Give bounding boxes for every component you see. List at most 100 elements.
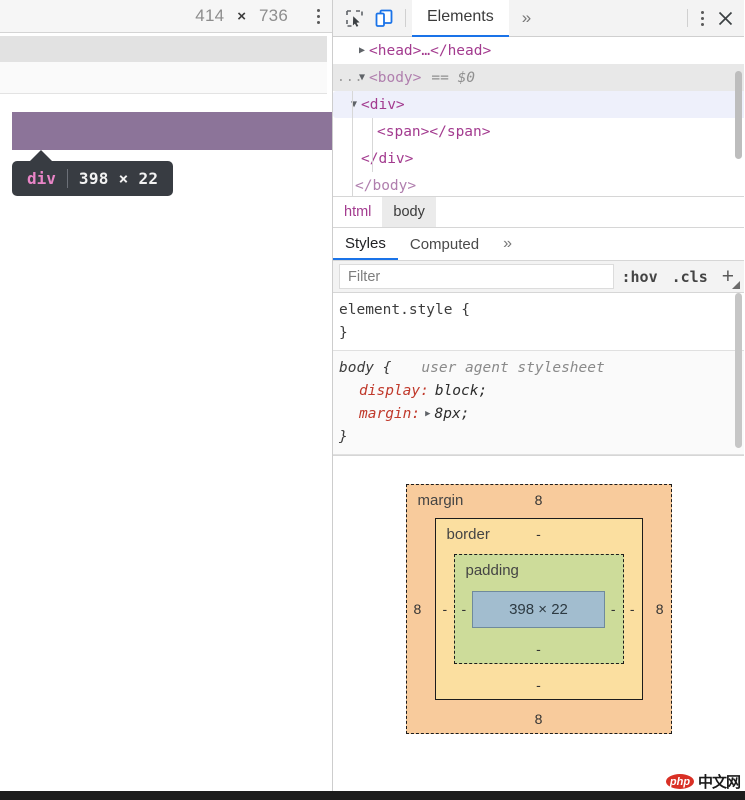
device-toolbar-kebab-menu-icon[interactable]: [310, 5, 326, 27]
css-rule-origin: user agent stylesheet: [421, 360, 604, 376]
styles-pane-tabs: Styles Computed »: [333, 228, 744, 261]
css-declaration[interactable]: margin: ▶ 8px;: [339, 402, 744, 425]
tab-styles[interactable]: Styles: [333, 228, 398, 260]
breadcrumb-item-body[interactable]: body: [382, 197, 435, 227]
css-rule-element-style[interactable]: element.style { }: [333, 293, 744, 351]
toolbar-divider: [405, 9, 406, 27]
emulated-page-canvas: div 398 × 22: [0, 94, 332, 799]
margin-top-value[interactable]: 8: [535, 492, 543, 508]
styles-filter-input[interactable]: [339, 264, 614, 289]
border-right-value[interactable]: -: [630, 601, 635, 617]
node-prefix-dots[interactable]: ...: [337, 70, 355, 85]
dimension-separator-icon: ×: [237, 8, 246, 25]
css-property-value[interactable]: block;: [435, 383, 487, 399]
css-property-value[interactable]: 8px;: [435, 406, 470, 422]
box-model-content[interactable]: 398 × 22: [472, 591, 605, 628]
close-icon[interactable]: [710, 4, 740, 32]
dom-node-div-close[interactable]: </div>: [333, 145, 744, 172]
dom-node-console-ref: == $0: [431, 70, 475, 86]
expand-shorthand-icon[interactable]: ▶: [425, 409, 430, 419]
tree-guide-line: [352, 91, 353, 118]
expand-twisty-icon[interactable]: ▼: [355, 72, 369, 83]
tooltip-tag-name: div: [27, 169, 56, 188]
styles-filter-bar: :hov .cls +: [333, 261, 744, 293]
devtools-window: 414 × 736 div 398 × 22: [0, 0, 745, 800]
box-model-border-label: border: [447, 526, 490, 543]
devtools-kebab-menu-icon[interactable]: [694, 7, 710, 29]
box-model-padding[interactable]: padding - - - 398 × 22: [454, 554, 624, 664]
php-watermark: php 中文网: [665, 771, 740, 792]
emulated-browser-secondary-bar: [0, 62, 327, 94]
tree-guide-line: [352, 172, 353, 197]
box-model-margin-label: margin: [418, 492, 464, 509]
css-property-name[interactable]: margin:: [339, 406, 420, 422]
emulated-browser-url-bar: [0, 36, 327, 62]
device-width-value[interactable]: 414: [195, 6, 224, 26]
tooltip-divider: [67, 169, 68, 188]
window-bottom-edge: [0, 791, 745, 800]
dom-node-label: </body>: [355, 178, 416, 194]
margin-left-value[interactable]: 8: [414, 601, 422, 617]
tree-guide-line: [372, 118, 373, 145]
dom-node-span[interactable]: <span></span>: [333, 118, 744, 145]
padding-bottom-value[interactable]: -: [536, 641, 541, 657]
tooltip-dimensions: 398 × 22: [79, 169, 158, 188]
device-dimensions-toolbar: 414 × 736: [0, 0, 332, 32]
emulated-device-frame: div 398 × 22: [0, 32, 332, 800]
css-rule-body-ua[interactable]: body { user agent stylesheet display: bl…: [333, 351, 744, 455]
cls-toggle-button[interactable]: .cls: [665, 268, 715, 286]
breadcrumb: html body: [333, 197, 744, 228]
dom-node-label: <head>…</head>: [369, 43, 491, 59]
padding-right-value[interactable]: -: [611, 601, 616, 617]
tab-elements[interactable]: Elements: [412, 0, 509, 37]
tooltip-arrow-icon: [28, 150, 54, 163]
css-rules-list: element.style { } body { user agent styl…: [333, 293, 744, 455]
tab-computed[interactable]: Computed: [398, 228, 491, 260]
dom-node-label: <span></span>: [377, 124, 491, 140]
watermark-text: 中文网: [698, 771, 740, 792]
more-panels-chevron-icon[interactable]: »: [509, 0, 544, 37]
border-top-value[interactable]: -: [536, 526, 541, 542]
inspect-element-icon[interactable]: [339, 4, 369, 32]
breadcrumb-item-html[interactable]: html: [333, 197, 382, 227]
device-dimensions: 414 × 736: [195, 6, 288, 26]
new-style-rule-button[interactable]: +: [715, 266, 744, 287]
dom-node-body[interactable]: ... ▼ <body> == $0: [333, 64, 744, 91]
collapse-twisty-icon[interactable]: ▶: [355, 45, 369, 56]
dom-node-label: </div>: [361, 151, 413, 167]
highlighted-div-overlay: [12, 112, 332, 150]
border-bottom-value[interactable]: -: [536, 677, 541, 693]
css-selector[interactable]: body {: [339, 360, 391, 376]
css-declaration[interactable]: display: block;: [339, 379, 744, 402]
box-model-border[interactable]: border - - - - padding - - - 398 × 22: [435, 518, 643, 700]
dom-node-label: <div>: [361, 97, 405, 113]
margin-right-value[interactable]: 8: [656, 601, 664, 617]
dom-node-label: <body>: [369, 70, 421, 86]
dom-node-head[interactable]: ▶ <head>…</head>: [333, 37, 744, 64]
styles-pane-scrollbar[interactable]: [735, 293, 742, 448]
expand-twisty-icon[interactable]: ▼: [347, 99, 361, 110]
device-toolbar-icon[interactable]: [369, 4, 399, 32]
hov-toggle-button[interactable]: :hov: [614, 268, 664, 286]
css-rule-close-brace: }: [339, 429, 348, 445]
element-highlight-tooltip: div 398 × 22: [12, 150, 173, 196]
more-styles-tabs-chevron-icon[interactable]: »: [491, 228, 524, 260]
dom-node-div[interactable]: ▼ <div>: [333, 91, 744, 118]
device-height-value[interactable]: 736: [259, 6, 288, 26]
devtools-panel: Elements » ▶ <head>…</head> ... ▼ <body>: [333, 0, 744, 800]
padding-left-value[interactable]: -: [462, 601, 467, 617]
devtools-main-toolbar: Elements »: [333, 0, 744, 37]
tree-guide-line: [352, 118, 353, 145]
toolbar-divider-2: [687, 9, 688, 27]
css-rule-close-brace: }: [339, 325, 348, 341]
css-selector[interactable]: element.style {: [339, 302, 470, 318]
margin-bottom-value[interactable]: 8: [535, 711, 543, 727]
dom-tree[interactable]: ▶ <head>…</head> ... ▼ <body> == $0 ▼ <d…: [333, 37, 744, 197]
box-model-margin[interactable]: margin 8 8 8 8 border - - - - padding - …: [406, 484, 672, 734]
dom-node-body-close[interactable]: </body>: [333, 172, 744, 197]
tree-guide-line: [372, 145, 373, 172]
box-model-diagram: margin 8 8 8 8 border - - - - padding - …: [333, 455, 744, 800]
css-property-name[interactable]: display:: [339, 383, 429, 399]
border-left-value[interactable]: -: [443, 601, 448, 617]
dom-tree-scrollbar[interactable]: [735, 71, 742, 159]
